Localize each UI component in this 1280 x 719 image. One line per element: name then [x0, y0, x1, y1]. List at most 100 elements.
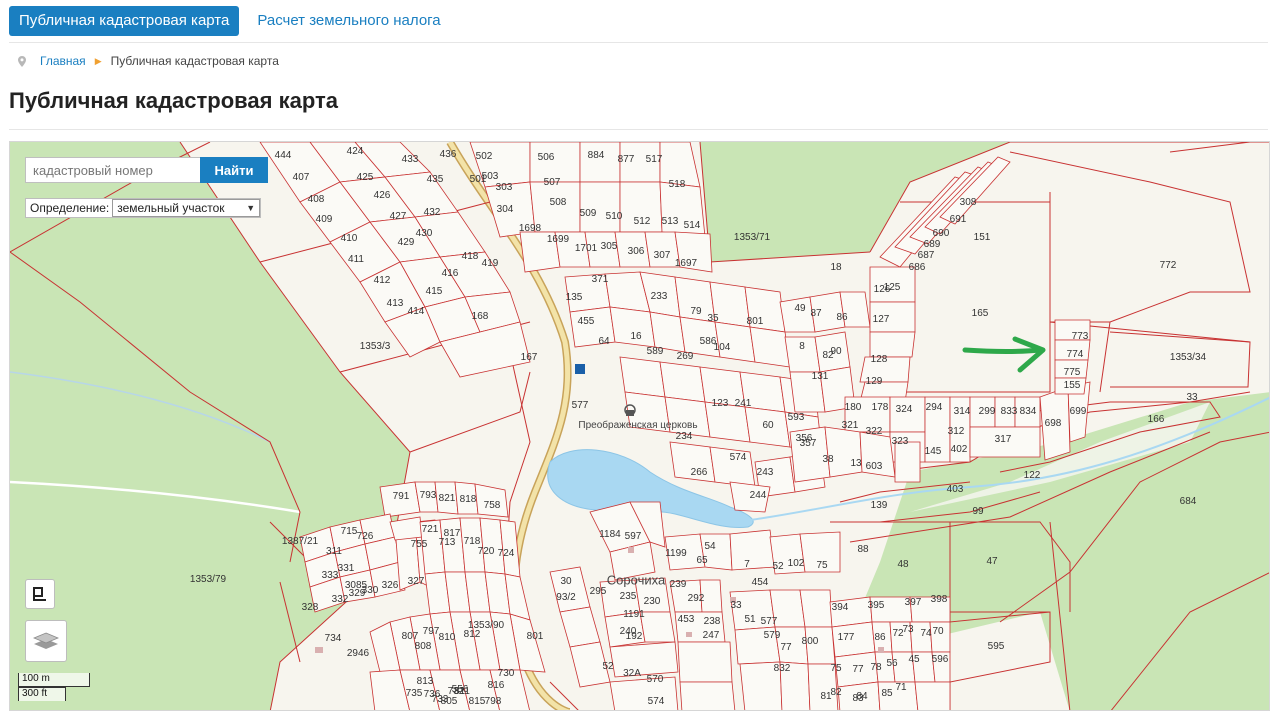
parcel-label[interactable]: 47	[986, 557, 997, 567]
parcel-label[interactable]: 292	[688, 594, 705, 604]
parcel-label[interactable]: 513	[662, 217, 679, 227]
parcel-label[interactable]: 234	[676, 432, 693, 442]
parcel-label[interactable]: 597	[625, 532, 642, 542]
parcel-label[interactable]: 577	[761, 617, 778, 627]
parcel-label[interactable]: 715	[341, 527, 358, 537]
parcel-label[interactable]: 455	[578, 317, 595, 327]
parcel-label[interactable]: 730	[498, 669, 515, 679]
parcel-label[interactable]: 413	[387, 299, 404, 309]
parcel-label[interactable]: 801	[527, 632, 544, 642]
parcel-label[interactable]: 429	[398, 238, 415, 248]
parcel-label[interactable]: 1697	[675, 259, 697, 269]
parcel-label[interactable]: 87	[810, 309, 821, 319]
parcel-label[interactable]: 808	[415, 642, 432, 652]
parcel-label[interactable]: 333	[322, 571, 339, 581]
parcel-label[interactable]: 755	[411, 540, 428, 550]
parcel-label[interactable]: 303	[496, 183, 513, 193]
parcel-label[interactable]: 30	[560, 577, 571, 587]
parcel-label[interactable]: 135	[566, 293, 583, 303]
parcel-label[interactable]: 317	[995, 435, 1012, 445]
parcel-label[interactable]: 52	[602, 662, 613, 672]
parcel-label[interactable]: 518	[669, 180, 686, 190]
parcel-label[interactable]: 595	[988, 642, 1005, 652]
parcel-label[interactable]: 88	[857, 545, 868, 555]
parcel-label[interactable]: 1701	[575, 244, 597, 254]
parcel-label[interactable]: 123	[712, 399, 729, 409]
parcel-label[interactable]: 684	[1180, 497, 1197, 507]
parcel-label[interactable]: 128	[871, 355, 888, 365]
parcel-label[interactable]: 13	[850, 459, 861, 469]
parcel-label[interactable]: 151	[974, 233, 991, 243]
parcel-label[interactable]: 720	[478, 547, 495, 557]
parcel-label[interactable]: 84	[856, 692, 867, 702]
parcel-label[interactable]: 689	[924, 240, 941, 250]
parcel-label[interactable]: 323	[892, 437, 909, 447]
parcel-label[interactable]: 328	[302, 603, 319, 613]
parcel-label[interactable]: 501	[470, 175, 487, 185]
parcel-label[interactable]: 52	[772, 562, 783, 572]
parcel-label[interactable]: 772	[1160, 261, 1177, 271]
parcel-label[interactable]: 403	[947, 485, 964, 495]
parcel-label[interactable]: 79	[690, 307, 701, 317]
parcel-label[interactable]: 54	[704, 542, 715, 552]
parcel-label[interactable]: 832	[774, 664, 791, 674]
parcel-label[interactable]: 99	[972, 507, 983, 517]
parcel-label[interactable]: 60	[762, 421, 773, 431]
parcel-label[interactable]: 509	[580, 209, 597, 219]
parcel-label[interactable]: 269	[677, 352, 694, 362]
parcel-label[interactable]: 514	[684, 221, 701, 231]
parcel-label[interactable]: 51	[744, 615, 755, 625]
parcel-label[interactable]: 1698	[519, 224, 541, 234]
parcel-label[interactable]: 444	[275, 151, 292, 161]
parcel-label[interactable]: 774	[1067, 350, 1084, 360]
parcel-label[interactable]: 32A	[623, 669, 641, 679]
parcel-label[interactable]: 73	[902, 625, 913, 635]
parcel-label[interactable]: 125	[884, 283, 901, 293]
parcel-label[interactable]: 453	[678, 615, 695, 625]
parcel-label[interactable]: 574	[730, 453, 747, 463]
definition-dropdown[interactable]: земельный участок ▼	[112, 199, 261, 217]
parcel-label[interactable]: 168	[472, 312, 489, 322]
parcel-label[interactable]: 1353/34	[1170, 353, 1206, 363]
parcel-label[interactable]: 603	[866, 462, 883, 472]
parcel-label[interactable]: 773	[1072, 332, 1089, 342]
parcel-label[interactable]: 304	[497, 205, 514, 215]
parcel-label[interactable]: 793	[420, 491, 437, 501]
cadastral-number-input[interactable]	[25, 157, 200, 183]
parcel-label[interactable]: 510	[606, 212, 623, 222]
parcel-label[interactable]: 506	[538, 153, 555, 163]
parcel-label[interactable]: 735	[406, 689, 423, 699]
parcel-label[interactable]: 699	[1070, 407, 1087, 417]
parcel-label[interactable]: 314	[954, 407, 971, 417]
parcel-label[interactable]: 177	[838, 633, 855, 643]
parcel-label[interactable]: 686	[909, 263, 926, 273]
parcel-label[interactable]: 426	[374, 191, 391, 201]
find-button[interactable]: Найти	[200, 157, 268, 183]
parcel-label[interactable]: 241	[735, 399, 752, 409]
parcel-label[interactable]: 801	[747, 317, 764, 327]
parcel-label[interactable]: 131	[812, 372, 829, 382]
parcel-label[interactable]: 815	[469, 697, 486, 707]
tab-land-tax[interactable]: Расчет земельного налога	[247, 6, 450, 36]
parcel-label[interactable]: 305	[601, 242, 618, 252]
parcel-label[interactable]: 1387/21	[282, 537, 318, 547]
parcel-label[interactable]: 65	[696, 556, 707, 566]
parcel-label[interactable]: 877	[618, 155, 635, 165]
parcel-label[interactable]: 243	[757, 468, 774, 478]
parcel-label[interactable]: 427	[390, 212, 407, 222]
parcel-label[interactable]: 82	[822, 351, 833, 361]
parcel-label[interactable]: 64	[598, 337, 609, 347]
parcel-label[interactable]: 691	[950, 215, 967, 225]
parcel-label[interactable]: 82	[830, 688, 841, 698]
parcel-label[interactable]: 86	[874, 633, 885, 643]
parcel-label[interactable]: 408	[308, 195, 325, 205]
parcel-label[interactable]: 230	[644, 597, 661, 607]
parcel-label[interactable]: 713	[439, 538, 456, 548]
parcel-label[interactable]: 821	[439, 494, 456, 504]
parcel-label[interactable]: 139	[871, 501, 888, 511]
parcel-label[interactable]: 834	[1020, 407, 1037, 417]
parcel-label[interactable]: 507	[544, 178, 561, 188]
parcel-label[interactable]: 415	[426, 287, 443, 297]
parcel-label[interactable]: 394	[832, 603, 849, 613]
parcel-label[interactable]: 430	[416, 229, 433, 239]
